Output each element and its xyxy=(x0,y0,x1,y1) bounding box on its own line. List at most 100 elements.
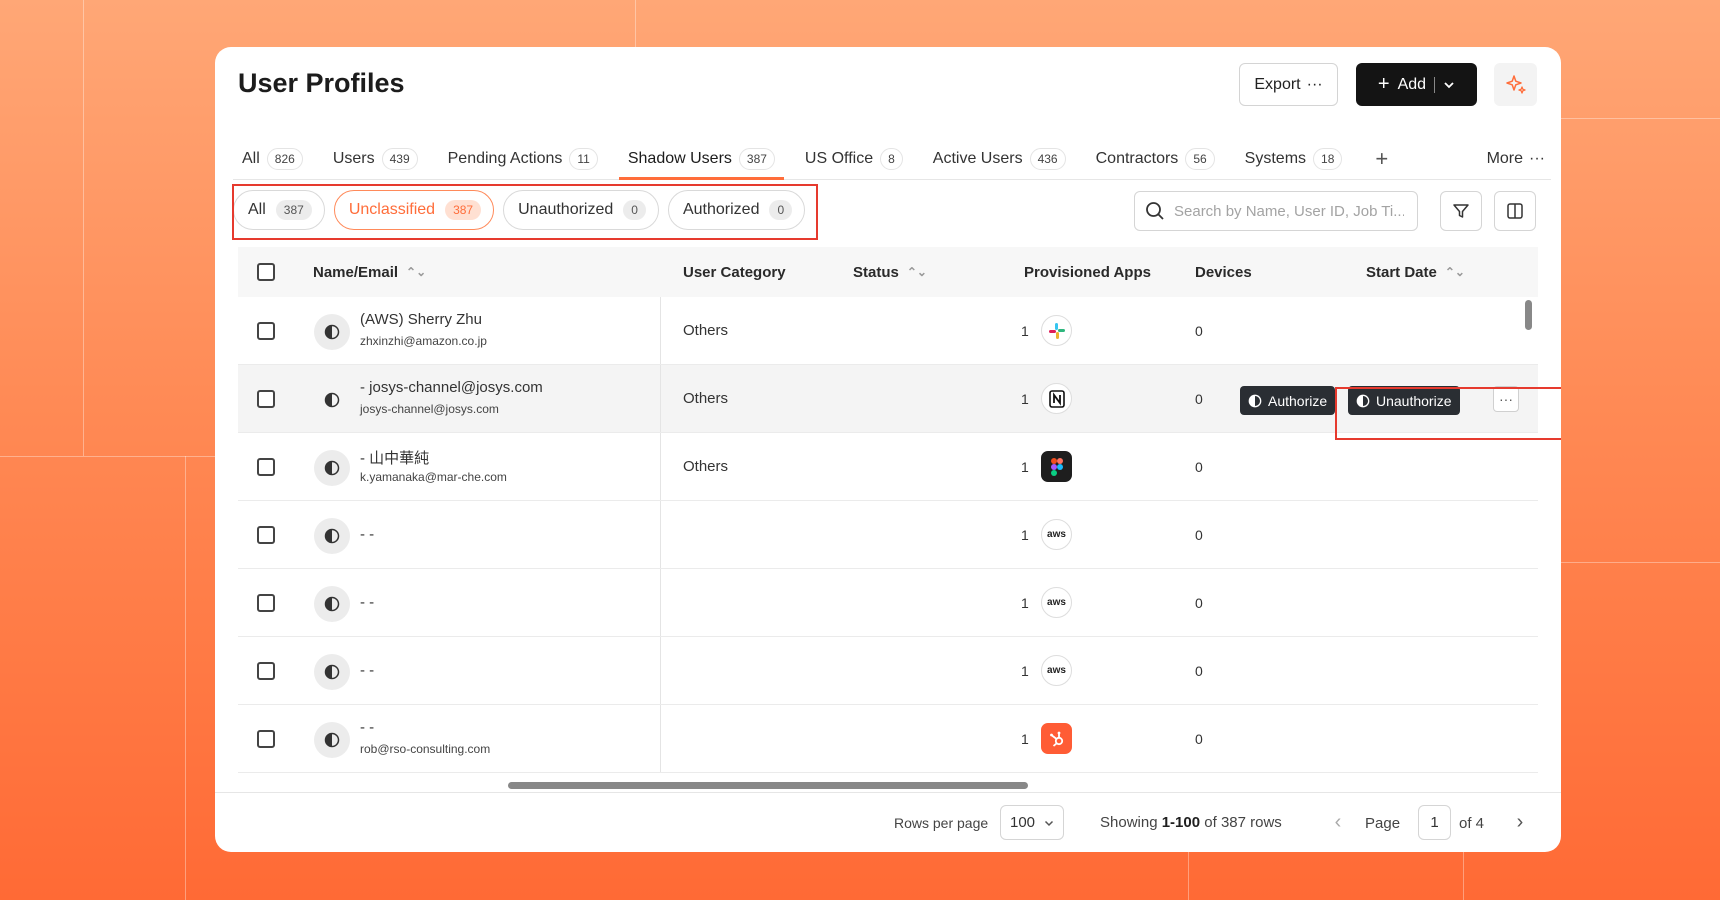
figma-icon xyxy=(1041,451,1072,482)
more-dots-icon: ··· xyxy=(1306,75,1323,93)
devices-count: 0 xyxy=(1195,323,1203,339)
user-email: zhxinzhi@amazon.co.jp xyxy=(360,334,487,348)
avatar xyxy=(314,382,350,418)
table-row[interactable]: - - 1 aws 0 xyxy=(238,637,1538,705)
table-row[interactable]: - - rob@rso-consulting.com 1 0 xyxy=(238,705,1538,773)
tab-active-users[interactable]: Active Users 436 xyxy=(924,139,1075,179)
col-status[interactable]: Status ⌃⌄ xyxy=(853,264,927,281)
tab-us-office[interactable]: US Office 8 xyxy=(796,139,912,179)
tab-count: 436 xyxy=(1029,148,1066,170)
col-start-date[interactable]: Start Date ⌃⌄ xyxy=(1366,264,1465,281)
devices-count: 0 xyxy=(1195,663,1203,679)
column-divider xyxy=(660,501,661,568)
tab-label: Systems xyxy=(1244,150,1307,167)
tab-shadow-users[interactable]: Shadow Users 387 xyxy=(618,139,784,180)
avatar xyxy=(314,654,350,690)
col-label: Provisioned Apps xyxy=(1024,263,1151,281)
hubspot-icon xyxy=(1041,723,1072,754)
user-status-icon xyxy=(324,664,340,680)
search-box[interactable] xyxy=(1134,191,1418,231)
horizontal-scrollbar[interactable] xyxy=(508,782,1028,789)
table-header: Name/Email ⌃⌄ User Category Status ⌃⌄ Prov… xyxy=(238,247,1538,297)
filters-highlight-box xyxy=(232,184,818,240)
rows-per-page-value: 100 xyxy=(1010,814,1036,831)
sparkle-icon xyxy=(1505,74,1526,94)
apps-count: 1 xyxy=(1021,731,1029,747)
authorize-label: Authorize xyxy=(1268,392,1328,409)
export-label: Export xyxy=(1254,75,1301,93)
row-checkbox[interactable] xyxy=(257,730,275,748)
row-checkbox[interactable] xyxy=(257,458,275,476)
search-input[interactable] xyxy=(1174,202,1404,220)
tab-systems[interactable]: Systems 18 xyxy=(1236,139,1352,179)
column-divider xyxy=(660,365,661,432)
user-name: - - xyxy=(360,719,375,736)
user-status-icon xyxy=(324,392,340,408)
tab-count: 387 xyxy=(738,148,775,170)
bg-line xyxy=(1188,852,1189,900)
col-name-email[interactable]: Name/Email ⌃⌄ xyxy=(313,264,426,281)
tab-pending-actions[interactable]: Pending Actions 11 xyxy=(439,139,607,179)
table-row[interactable]: - - 1 aws 0 xyxy=(238,569,1538,637)
table-row[interactable]: - 山中華純 k.yamanaka@mar-che.com Others 1 0 xyxy=(238,433,1538,501)
row-checkbox[interactable] xyxy=(257,322,275,340)
bg-line xyxy=(0,456,215,457)
more-dots-icon: ··· xyxy=(1529,150,1545,167)
pagination-footer: Rows per page 100 Showing 1-100 of 387 r… xyxy=(215,792,1561,852)
avatar xyxy=(314,518,350,554)
table-row[interactable]: - - 1 aws 0 xyxy=(238,501,1538,569)
chevron-down-icon xyxy=(1444,81,1454,88)
col-label: Start Date xyxy=(1366,263,1437,281)
prev-page-chevron-icon[interactable]: ‹ xyxy=(1325,809,1351,835)
tab-label: All xyxy=(242,150,260,167)
col-user-category: User Category xyxy=(683,264,786,281)
authorize-button[interactable]: Authorize xyxy=(1240,386,1336,415)
table-row[interactable]: (AWS) Sherry Zhu zhxinzhi@amazon.co.jp O… xyxy=(238,297,1538,365)
avatar xyxy=(314,722,350,758)
tab-count: 826 xyxy=(266,148,303,170)
tab-count: 439 xyxy=(381,148,418,170)
row-checkbox[interactable] xyxy=(257,594,275,612)
columns-button[interactable] xyxy=(1494,191,1536,231)
user-category: Others xyxy=(683,390,729,407)
tab-contractors[interactable]: Contractors 56 xyxy=(1087,139,1224,179)
vertical-scrollbar[interactable] xyxy=(1525,300,1532,330)
col-label: Status xyxy=(853,263,899,281)
export-button[interactable]: Export ··· xyxy=(1239,63,1338,106)
row-checkbox[interactable] xyxy=(257,526,275,544)
col-label: Devices xyxy=(1195,263,1252,281)
aws-logo-text: aws xyxy=(1047,597,1066,608)
tab-users[interactable]: Users 439 xyxy=(324,139,427,179)
devices-count: 0 xyxy=(1195,459,1203,475)
row-checkbox[interactable] xyxy=(257,662,275,680)
add-button[interactable]: + Add xyxy=(1356,63,1477,106)
page-input[interactable] xyxy=(1418,805,1451,840)
more-label: More xyxy=(1486,150,1524,167)
tab-label: Shadow Users xyxy=(627,150,732,167)
rows-per-page-label: Rows per page xyxy=(894,815,989,831)
add-tab-plus-icon[interactable]: + xyxy=(1363,139,1400,179)
tab-label: Active Users xyxy=(932,150,1023,167)
user-status-icon xyxy=(324,324,340,340)
slack-icon xyxy=(1041,315,1072,346)
apps-count: 1 xyxy=(1021,323,1029,339)
tab-label: Pending Actions xyxy=(447,150,563,167)
filter-button[interactable] xyxy=(1440,191,1482,231)
user-table: Name/Email ⌃⌄ User Category Status ⌃⌄ Prov… xyxy=(238,247,1538,779)
plus-icon: + xyxy=(1377,73,1390,95)
more-tabs-button[interactable]: More ··· xyxy=(1487,139,1551,179)
aws-icon: aws xyxy=(1041,519,1072,550)
col-provisioned-apps: Provisioned Apps xyxy=(1024,264,1151,281)
col-label: User Category xyxy=(683,263,786,281)
ai-sparkle-button[interactable] xyxy=(1494,63,1537,106)
tab-all[interactable]: All 826 xyxy=(233,139,312,179)
rows-per-page-select[interactable]: 100 xyxy=(1000,805,1064,840)
row-checkbox[interactable] xyxy=(257,390,275,408)
column-divider xyxy=(660,637,661,704)
column-divider xyxy=(660,705,661,772)
tab-count: 56 xyxy=(1185,148,1215,170)
divider xyxy=(1434,76,1436,93)
next-page-chevron-icon[interactable]: › xyxy=(1507,809,1533,835)
select-all-checkbox[interactable] xyxy=(257,263,275,281)
search-icon xyxy=(1146,202,1164,220)
